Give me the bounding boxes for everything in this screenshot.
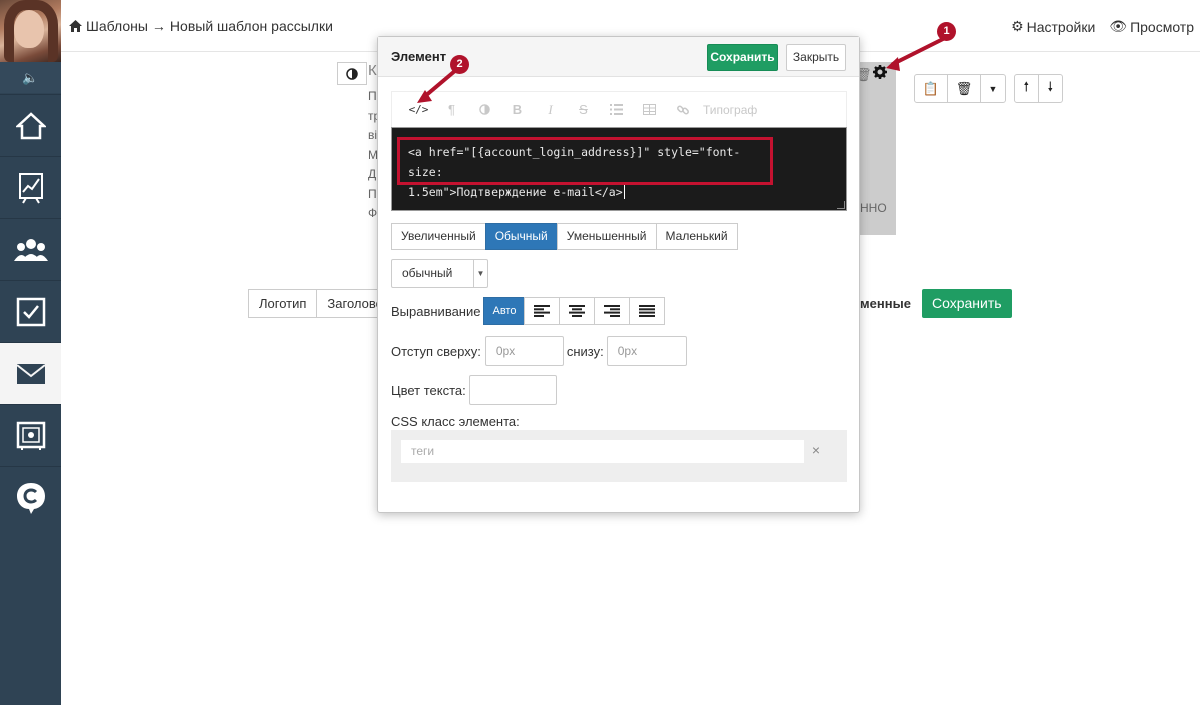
volume-icon[interactable]: 🔈 (0, 62, 61, 93)
trash-icon[interactable]: 🗑 (948, 75, 981, 102)
breadcrumb-separator: → (151, 18, 166, 34)
chart-icon[interactable] (0, 156, 61, 218)
home-icon[interactable] (0, 94, 61, 156)
gear-icon: ⚙ (1011, 18, 1024, 34)
tab-logo[interactable]: Логотип (248, 289, 318, 318)
align-label: Выравнивание (391, 303, 481, 319)
align-left-icon[interactable] (524, 297, 561, 325)
code-line: <a href="[{account_login_address}]" styl… (408, 145, 741, 179)
paragraph-icon[interactable]: ¶ (435, 97, 468, 123)
editor-toolbar: </> ¶ B I S Типограф (391, 91, 847, 127)
annotation-marker-1: 1 (937, 22, 956, 41)
settings-label: Настройки (1026, 18, 1096, 35)
breadcrumb-current: Новый шаблон рассылки (169, 18, 333, 34)
contrast-icon[interactable] (337, 62, 367, 85)
font-size-group: Увеличенный Обычный Уменьшенный Маленьки… (391, 223, 738, 250)
css-class-tags-box: теги × (391, 430, 847, 482)
arrow-up-icon[interactable]: 🠕 (1015, 75, 1039, 102)
avatar[interactable] (0, 0, 61, 62)
preview-text-k: К (368, 62, 377, 79)
strikethrough-icon[interactable]: S (567, 97, 600, 123)
size-normal-button[interactable]: Обычный (484, 223, 558, 250)
preview-link[interactable]: 👁 Просмотр (1109, 18, 1194, 35)
link-icon[interactable] (666, 97, 699, 123)
checkbox-icon[interactable] (0, 280, 61, 342)
italic-icon[interactable]: I (534, 97, 567, 123)
align-auto-button[interactable]: Авто (483, 297, 526, 325)
move-tools-group: 🠕 🠗 (1014, 74, 1063, 103)
home-icon[interactable] (69, 20, 82, 32)
variables-link[interactable]: еменные (853, 289, 922, 318)
eye-icon: 👁 (1109, 18, 1128, 34)
modal-header: Элемент Сохранить Закрыть (378, 37, 859, 77)
copy-icon[interactable]: 📋 (915, 75, 948, 102)
chat-logo-icon[interactable] (0, 466, 61, 528)
close-button[interactable]: Закрыть (786, 44, 846, 71)
breadcrumb-templates-link[interactable]: Шаблоны (86, 18, 148, 34)
block-tools-group: 📋 🗑 ▼ (914, 74, 1006, 103)
text-color-label: Цвет текста: (391, 382, 466, 398)
padding-top-label: Отступ сверху: (391, 343, 481, 359)
padding-row: Отступ сверху: 0px снизу: 0px (391, 336, 687, 366)
bold-icon[interactable]: B (501, 97, 534, 123)
align-right-icon[interactable] (594, 297, 631, 325)
save-button[interactable]: Сохранить (707, 44, 778, 71)
code-editor[interactable]: <a href="[{account_login_address}]" styl… (391, 127, 847, 211)
size-larger-button[interactable]: Увеличенный (391, 223, 486, 250)
align-justify-icon[interactable] (629, 297, 666, 325)
element-settings-gear-icon[interactable] (873, 65, 887, 82)
chevron-down-icon: ▼ (473, 260, 487, 287)
page-save-button[interactable]: Сохранить (921, 289, 1012, 318)
breadcrumb: Шаблоны → Новый шаблон рассылки (69, 18, 333, 34)
resize-handle[interactable] (837, 201, 845, 209)
bottom-right-actions: еменные Сохранить (853, 289, 1012, 318)
css-class-label: CSS класс элемента: (391, 414, 520, 429)
users-icon[interactable] (0, 218, 61, 280)
align-center-icon[interactable] (559, 297, 596, 325)
text-color-row: Цвет текста: (391, 375, 557, 405)
padding-bottom-input[interactable]: 0px (606, 336, 687, 366)
alignment-row: Выравнивание Авто (391, 297, 666, 325)
code-view-icon[interactable]: </> (402, 97, 435, 123)
list-icon[interactable] (600, 97, 633, 123)
block-type-tabs: Логотип Заголово (248, 289, 394, 318)
contrast-icon[interactable] (468, 97, 501, 123)
preview-label: Просмотр (1130, 18, 1194, 35)
clear-tags-icon[interactable]: × (812, 442, 820, 458)
padding-top-input[interactable]: 0px (484, 336, 564, 366)
dropdown-caret-icon[interactable]: ▼ (981, 75, 1005, 102)
code-line: 1.5em">Подтверждение e-mail</a> (408, 185, 625, 199)
size-smaller-button[interactable]: Уменьшенный (556, 223, 657, 250)
sidebar: 🔈 (0, 0, 61, 705)
font-weight-value: обычный (402, 266, 453, 280)
safe-icon[interactable] (0, 404, 61, 466)
arrow-down-icon[interactable]: 🠗 (1039, 75, 1062, 102)
padding-bottom-label: снизу: (566, 343, 604, 359)
typograph-button[interactable]: Типограф (703, 103, 757, 117)
tags-input[interactable]: теги (401, 440, 804, 463)
size-small-button[interactable]: Маленький (655, 223, 738, 250)
settings-link[interactable]: ⚙ Настройки (1011, 18, 1095, 35)
preview-text-tail: ННО (860, 201, 887, 215)
annotation-marker-2: 2 (450, 55, 469, 74)
table-icon[interactable] (633, 97, 666, 123)
modal-title: Элемент (391, 49, 447, 64)
font-weight-select[interactable]: обычный ▼ (391, 259, 488, 288)
text-color-input[interactable] (468, 375, 557, 405)
element-modal: Элемент Сохранить Закрыть </> ¶ B I S Ти… (377, 36, 860, 513)
code-content[interactable]: <a href="[{account_login_address}]" styl… (397, 137, 773, 199)
mail-icon[interactable] (0, 342, 61, 404)
